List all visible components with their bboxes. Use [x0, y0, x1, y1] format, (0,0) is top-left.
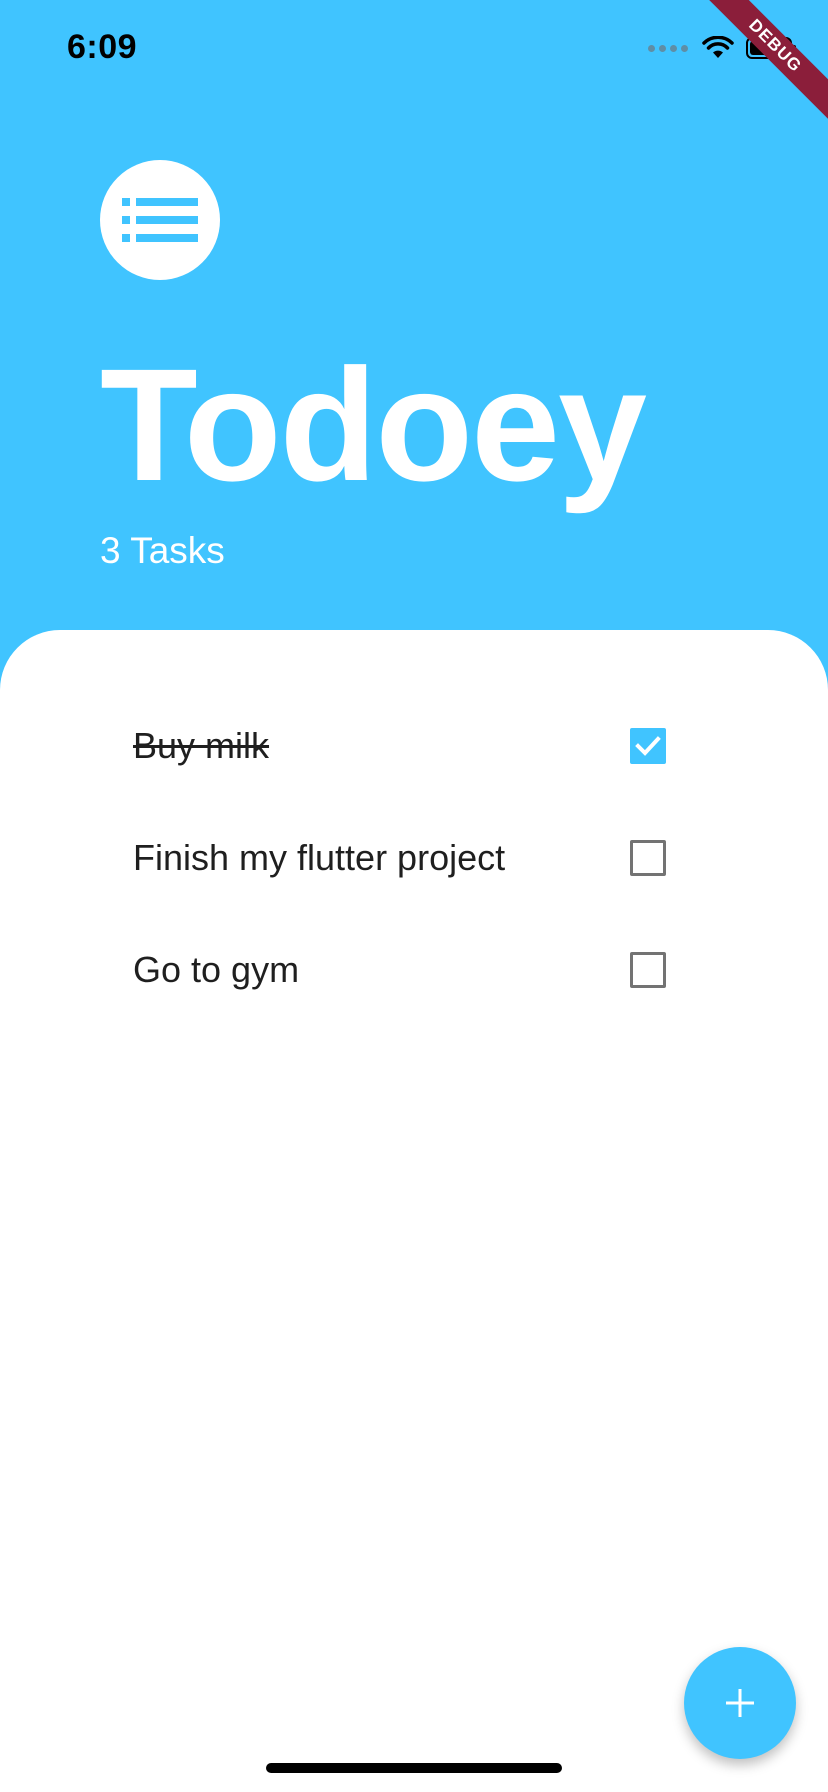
status-bar: 6:09	[0, 0, 828, 100]
task-label: Buy milk	[133, 725, 270, 766]
task-checkbox[interactable]	[630, 840, 666, 876]
wifi-icon	[702, 36, 734, 60]
task-count: 3 Tasks	[100, 530, 225, 571]
task-label: Go to gym	[133, 949, 300, 990]
add-icon	[726, 1689, 754, 1717]
task-sheet: Buy milk Finish my flutter project Go to…	[0, 630, 828, 1792]
task-item[interactable]: Buy milk	[0, 690, 828, 802]
status-time: 6:09	[67, 28, 138, 66]
task-label: Finish my flutter project	[133, 837, 506, 878]
app-title: Todoey	[100, 335, 647, 514]
task-checkbox[interactable]	[630, 728, 666, 764]
task-checkbox[interactable]	[630, 952, 666, 988]
check-icon	[635, 736, 661, 756]
task-item[interactable]: Go to gym	[0, 914, 828, 1026]
task-item[interactable]: Finish my flutter project	[0, 802, 828, 914]
home-indicator[interactable]	[266, 1763, 562, 1773]
list-icon	[100, 160, 220, 280]
signal-icon	[648, 44, 688, 52]
task-list: Buy milk Finish my flutter project Go to…	[0, 690, 828, 1026]
add-task-button[interactable]	[684, 1647, 796, 1759]
